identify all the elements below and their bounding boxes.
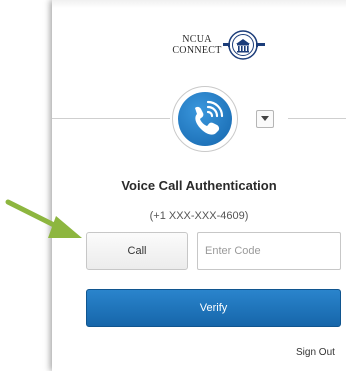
login-screen: NCUA CONNECT Voice Call Authentication (… (0, 0, 346, 371)
caret-down-icon (261, 116, 269, 121)
logo-line-2: CONNECT (172, 45, 222, 56)
sign-out-link[interactable]: Sign Out (296, 347, 335, 358)
masked-phone-number: (+1 XXX-XXX-4609) (149, 210, 249, 222)
verify-button[interactable]: Verify (86, 289, 341, 327)
ncua-connect-logo: NCUA CONNECT (163, 28, 273, 68)
logo-text: NCUA CONNECT (163, 34, 231, 56)
logo-bar-left (223, 43, 229, 46)
card-top-edge (52, 0, 346, 8)
divider-left (52, 118, 170, 119)
ncua-seal-icon (228, 30, 258, 60)
code-input[interactable] (197, 232, 341, 270)
call-button[interactable]: Call (86, 232, 188, 270)
auth-title: Voice Call Authentication (121, 178, 277, 193)
factor-icon-frame (172, 86, 238, 152)
logo-bar-right (257, 43, 265, 46)
voice-call-phone-icon (178, 92, 232, 146)
logo-line-1: NCUA (182, 34, 212, 45)
divider-right (288, 118, 346, 119)
factor-dropdown-button[interactable] (256, 110, 274, 128)
pointer-arrow-icon (5, 199, 82, 238)
